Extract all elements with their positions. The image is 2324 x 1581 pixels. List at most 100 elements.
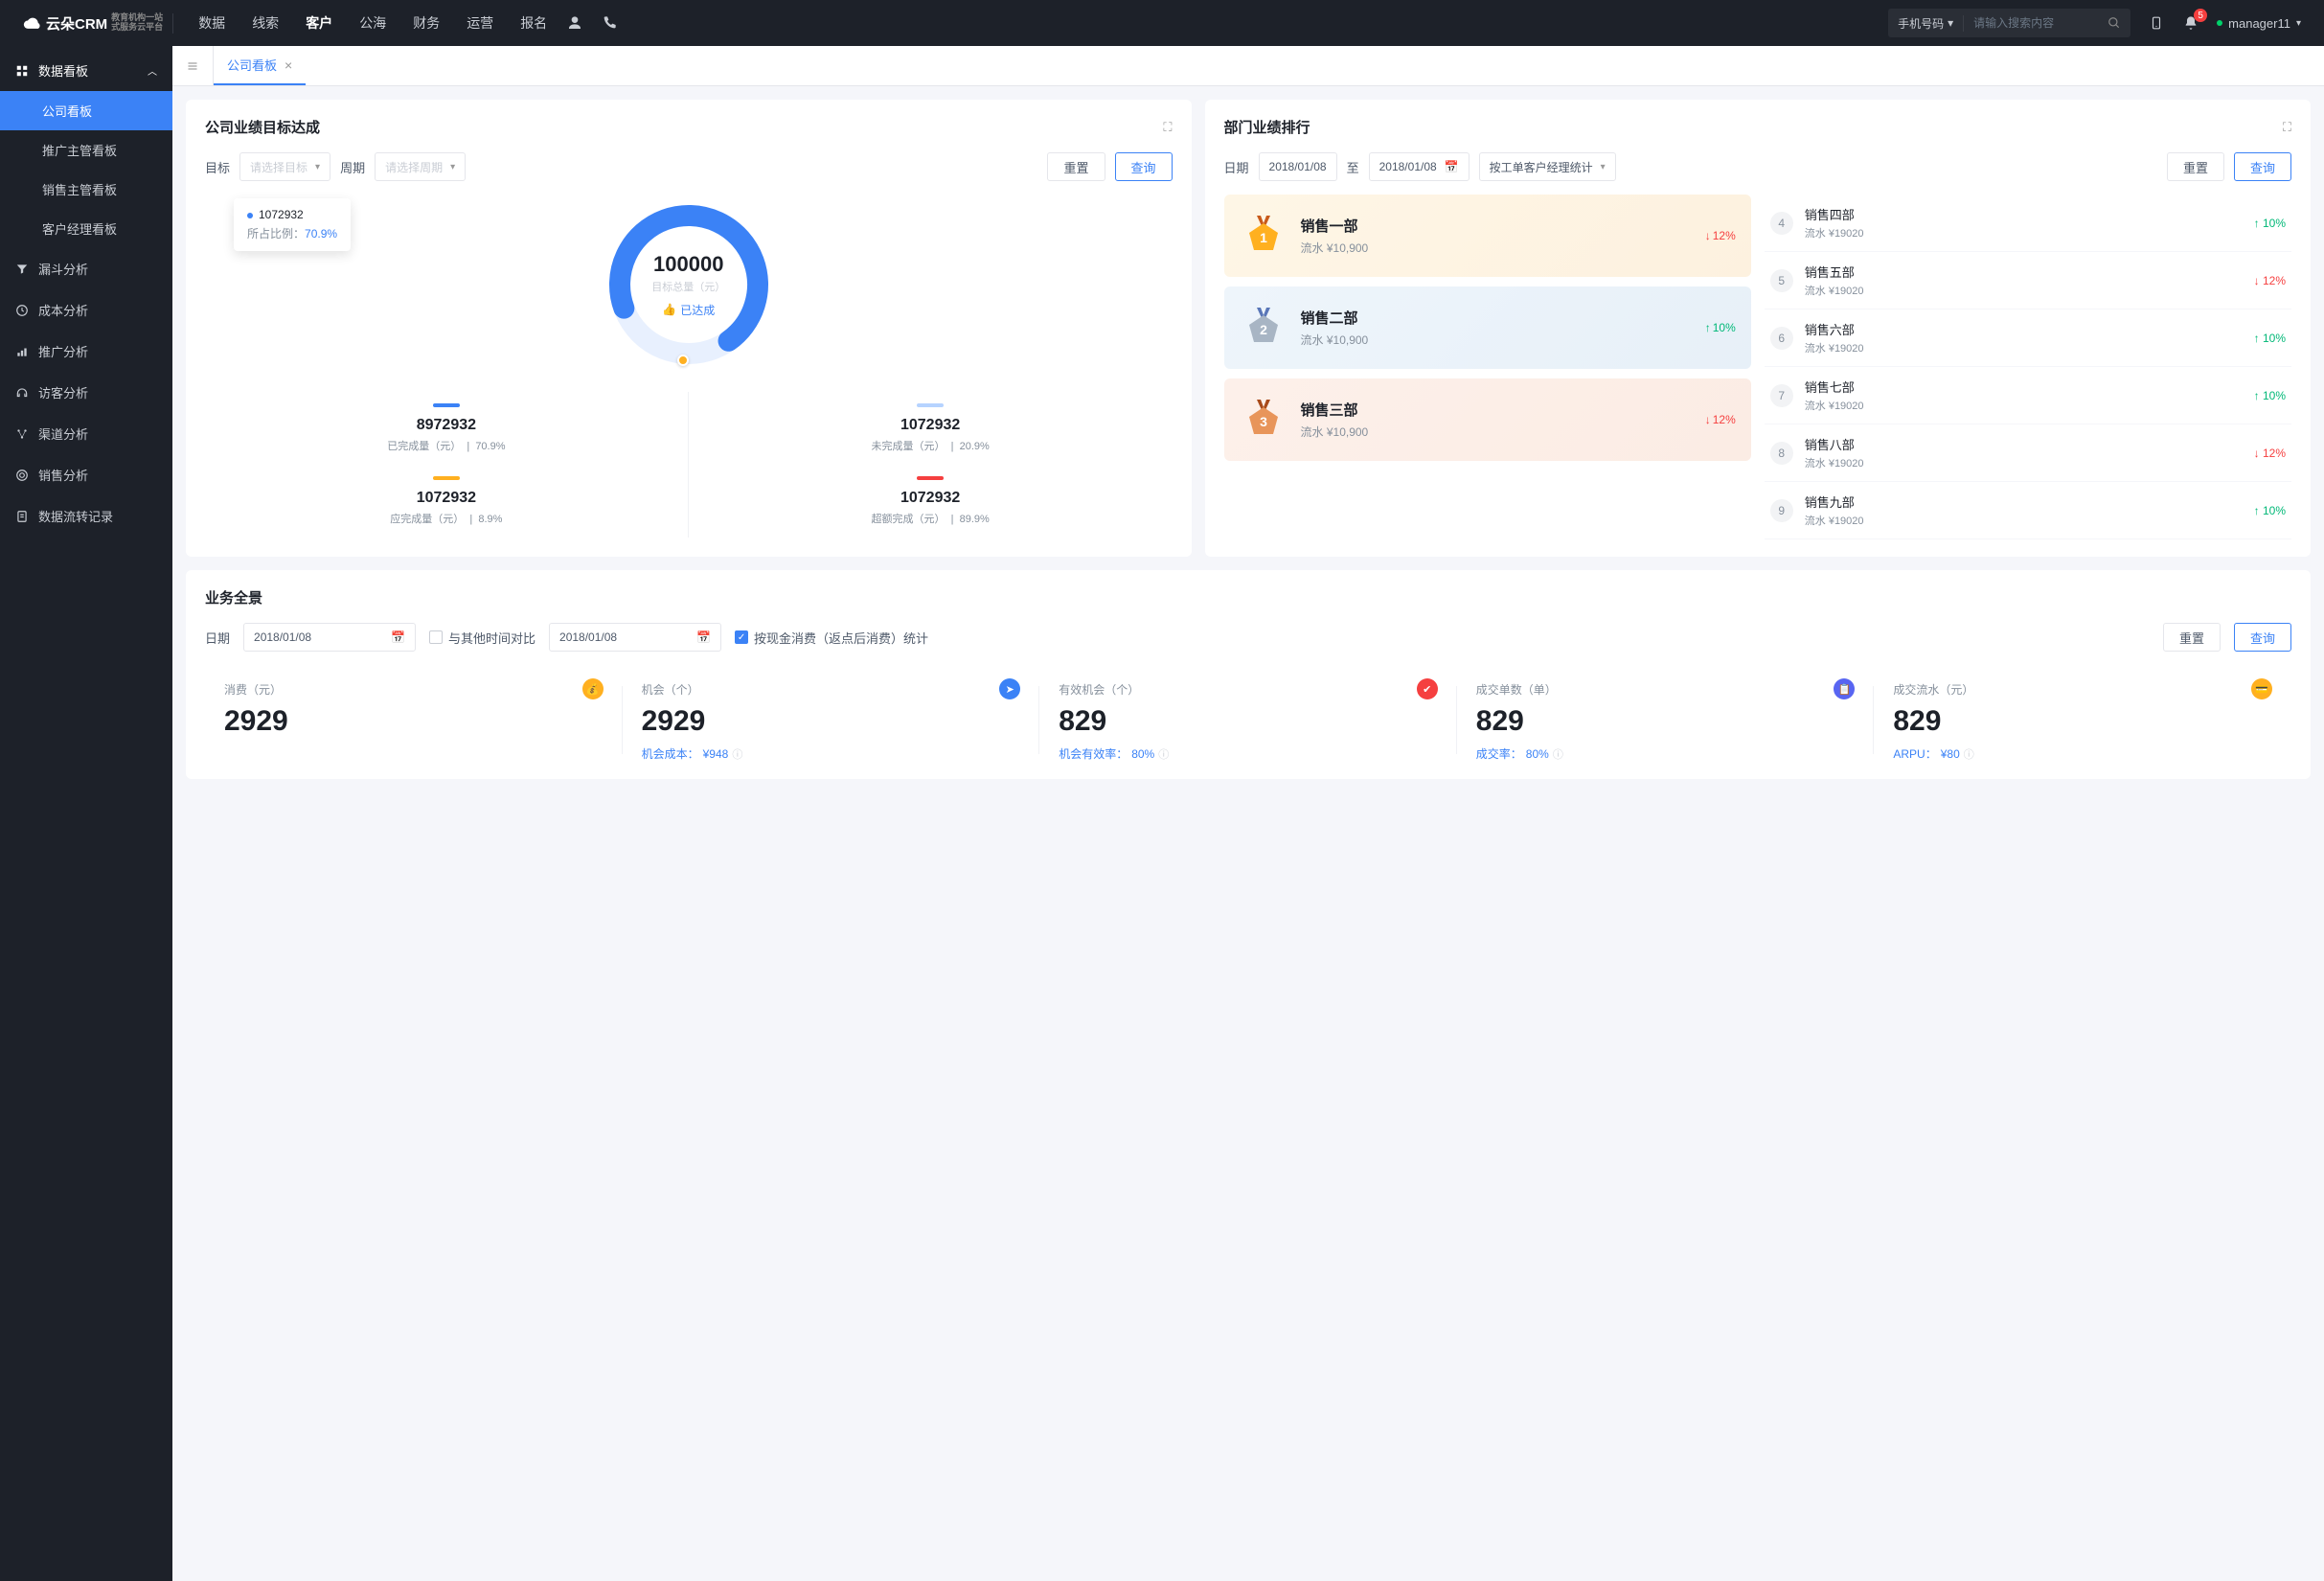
sidebar-sales[interactable]: 销售分析 [0,454,172,495]
metric-icon: 💳 [2251,678,2272,699]
ranking-card: 部门业绩排行 ⛶ 日期 2018/01/08 至 2018/01/08📅 按工单… [1205,100,2311,557]
stat-over: 1072932超额完成（元） | 89.9% [689,465,1173,538]
target-select[interactable]: 请选择目标▾ [239,152,330,181]
date-from[interactable]: 2018/01/08 [1259,152,1337,181]
hamburger-icon[interactable] [172,46,214,85]
help-icon[interactable]: ⓘ [1964,746,1974,762]
sidebar-company-board[interactable]: 公司看板 [0,91,172,130]
logo[interactable]: 云朵CRM 教育机构一站式服务云平台 [23,13,173,34]
cloud-icon [23,13,42,33]
search-bar: 手机号码▾ [1888,9,2130,37]
sidebar-sales-board[interactable]: 销售主管看板 [0,170,172,209]
rank-row: 4销售四部流水 ¥19020↑ 10% [1765,195,2291,252]
rank-row: 6销售六部流水 ¥19020↑ 10% [1765,309,2291,367]
query-button[interactable]: 查询 [2234,152,2291,181]
cash-checkbox[interactable]: ✓按现金消费（返点后消费）统计 [735,629,928,647]
svg-text:2: 2 [1260,322,1267,337]
donut-handle [677,355,689,366]
phone-icon[interactable] [601,14,618,32]
top-nav: 云朵CRM 教育机构一站式服务云平台 数据 线索 客户 公海 财务 运营 报名 … [0,0,2324,46]
help-icon[interactable]: ⓘ [1158,746,1169,762]
sidebar-manager-board[interactable]: 客户经理看板 [0,209,172,248]
donut-chart: 100000 目标总量（元） 👍已达成 [603,198,775,371]
nav-ops[interactable]: 运营 [467,13,493,33]
nav-finance[interactable]: 财务 [413,13,440,33]
calendar-icon: 📅 [1445,160,1459,173]
link-icon [15,427,29,441]
metric-icon: ➤ [999,678,1020,699]
nav-pool[interactable]: 公海 [359,13,386,33]
gold-medal-icon: 1 [1240,212,1287,260]
stats-grid: 8972932已完成量（元） | 70.9% 1072932未完成量（元） | … [205,392,1173,538]
reset-button[interactable]: 重置 [1047,152,1105,181]
search-type-select[interactable]: 手机号码▾ [1888,15,1964,32]
target-icon [15,469,29,482]
dashboard-icon [15,64,29,78]
tabs-bar: 公司看板× [172,46,2324,86]
date-to[interactable]: 2018/01/08📅 [1369,152,1470,181]
rank-1: 1 销售一部流水 ¥10,900 ↓ 12% [1224,195,1751,277]
rank-row: 8销售八部流水 ¥19020↓ 12% [1765,424,2291,482]
metric-icon: 📋 [1834,678,1855,699]
nav-customers[interactable]: 客户 [306,13,332,33]
file-icon [15,510,29,523]
clock-icon [15,304,29,317]
search-input[interactable] [1964,16,2098,30]
nav-signup[interactable]: 报名 [520,13,547,33]
ranking-title: 部门业绩排行 [1224,117,1310,137]
sidebar-visitor[interactable]: 访客分析 [0,372,172,413]
compare-checkbox[interactable]: 与其他时间对比 [429,629,535,647]
status-dot [2217,20,2222,26]
sidebar-promo[interactable]: 推广分析 [0,331,172,372]
metric: 消费（元）💰2929 [205,678,623,762]
sidebar-flow[interactable]: 数据流转记录 [0,495,172,537]
metric: 成交流水（元）💳829ARPU：¥80 ⓘ [1874,678,2291,762]
rank-row: 9销售九部流水 ¥19020↑ 10% [1765,482,2291,539]
reset-button[interactable]: 重置 [2167,152,2224,181]
chart-icon [15,345,29,358]
search-icon[interactable] [2098,16,2130,30]
sidebar-funnel[interactable]: 漏斗分析 [0,248,172,289]
metric: 有效机会（个）✔829机会有效率：80% ⓘ [1039,678,1457,762]
trend-down-icon: ↓ 12% [1705,229,1736,242]
metric-icon: ✔ [1417,678,1438,699]
reset-button[interactable]: 重置 [2163,623,2221,652]
close-icon[interactable]: × [285,57,292,73]
nav-data[interactable]: 数据 [198,13,225,33]
rank-row: 7销售七部流水 ¥19020↑ 10% [1765,367,2291,424]
biz-date1[interactable]: 2018/01/08📅 [243,623,416,652]
query-button[interactable]: 查询 [1115,152,1173,181]
stat-undone: 1072932未完成量（元） | 20.9% [689,392,1173,465]
query-button[interactable]: 查询 [2234,623,2291,652]
tab-company-board[interactable]: 公司看板× [214,46,306,85]
trend-up-icon: ↑ 10% [1705,321,1736,334]
rank-row: 5销售五部流水 ¥19020↓ 12% [1765,252,2291,309]
nav-leads[interactable]: 线索 [252,13,279,33]
biz-card: 业务全景 日期 2018/01/08📅 与其他时间对比 2018/01/08📅 … [186,570,2311,779]
sidebar: 数据看板 ︿ 公司看板 推广主管看板 销售主管看板 客户经理看板 漏斗分析 成本… [0,46,172,1581]
sidebar-dashboard-header[interactable]: 数据看板 ︿ [0,50,172,91]
help-icon[interactable]: ⓘ [732,746,742,762]
sidebar-promo-board[interactable]: 推广主管看板 [0,130,172,170]
target-card: 公司业绩目标达成 ⛶ 目标 请选择目标▾ 周期 请选择周期▾ 重置 查询 107… [186,100,1192,557]
calendar-icon: 📅 [391,630,405,644]
mobile-icon[interactable] [2148,14,2165,32]
expand-icon[interactable]: ⛶ [2283,120,2291,135]
user-menu[interactable]: manager11▾ [2217,16,2301,31]
svg-text:3: 3 [1260,414,1267,429]
biz-date2[interactable]: 2018/01/08📅 [549,623,721,652]
sidebar-cost[interactable]: 成本分析 [0,289,172,331]
mode-select[interactable]: 按工单客户经理统计▾ [1479,152,1616,181]
help-icon[interactable]: ⓘ [1553,746,1563,762]
rank-list: 4销售四部流水 ¥19020↑ 10%5销售五部流水 ¥19020↓ 12%6销… [1765,195,2291,539]
sidebar-channel[interactable]: 渠道分析 [0,413,172,454]
bell-icon[interactable]: 5 [2182,14,2199,32]
metric: 机会（个）➤2929机会成本：¥948 ⓘ [623,678,1040,762]
nav-right: 手机号码▾ 5 manager11▾ [1888,9,2301,37]
person-icon[interactable] [566,14,583,32]
target-title: 公司业绩目标达成 [205,117,320,137]
trend-down-icon: ↓ 12% [1705,413,1736,426]
expand-icon[interactable]: ⛶ [1163,120,1172,135]
period-select[interactable]: 请选择周期▾ [375,152,466,181]
metrics-row: 消费（元）💰2929机会（个）➤2929机会成本：¥948 ⓘ有效机会（个）✔8… [205,678,2291,762]
